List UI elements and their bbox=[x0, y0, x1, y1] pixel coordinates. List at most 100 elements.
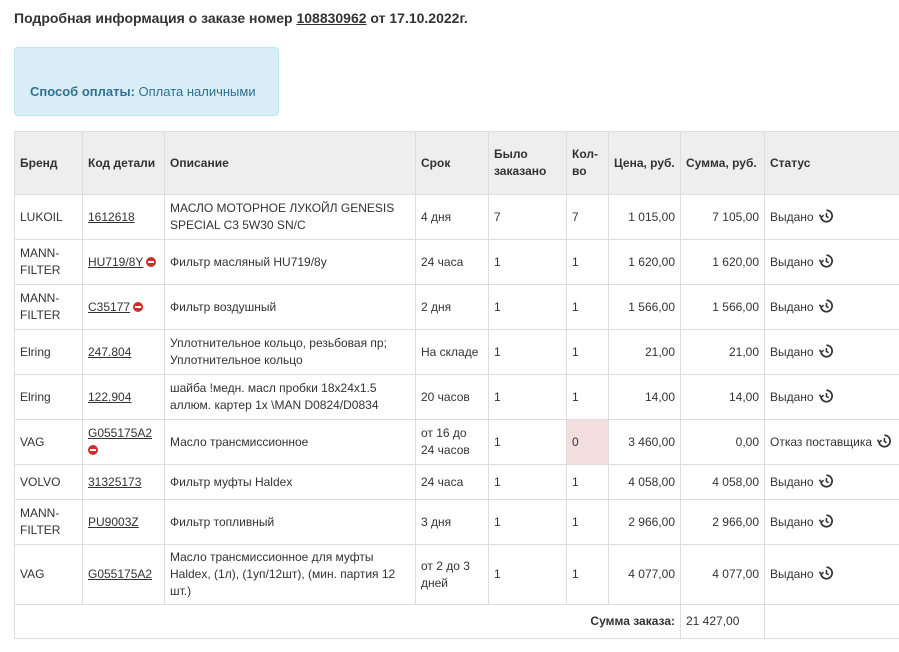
part-code-link[interactable]: 1612618 bbox=[88, 210, 135, 224]
description-cell: Фильтр топливный bbox=[164, 499, 416, 545]
status-cell: Выдано bbox=[764, 194, 899, 240]
status-text: Выдано bbox=[770, 299, 814, 314]
price-cell: 1 620,00 bbox=[608, 239, 681, 285]
brand-cell: MANN-FILTER bbox=[14, 284, 83, 330]
description-cell: Уплотнительное кольцо, резьбовая пр; Упл… bbox=[164, 329, 416, 375]
column-header-description: Описание bbox=[164, 131, 416, 195]
status-text: Выдано bbox=[770, 567, 814, 581]
table-row: Elring 247.804 Уплотнительное кольцо, ре… bbox=[14, 329, 899, 375]
part-code-link[interactable]: C35177 bbox=[88, 300, 130, 314]
part-code-link[interactable]: HU719/8Y bbox=[88, 255, 143, 269]
price-cell: 14,00 bbox=[608, 374, 681, 420]
payment-value: Оплата наличными bbox=[134, 84, 256, 99]
table-row: VAG G055175A2 Масло трансмиссионное для … bbox=[14, 544, 899, 605]
ordered-cell: 1 bbox=[488, 419, 567, 465]
description-cell: Фильтр муфты Haldex bbox=[164, 464, 416, 500]
history-icon[interactable] bbox=[818, 473, 833, 488]
table-header-row: Бренд Код детали Описание Срок Было зака… bbox=[14, 131, 899, 195]
order-total-value: 21 427,00 bbox=[680, 604, 765, 639]
price-cell: 1 015,00 bbox=[608, 194, 681, 240]
table-row: VAG G055175A2 Масло трансмиссионное от 1… bbox=[14, 419, 899, 465]
ordered-cell: 1 bbox=[488, 239, 567, 285]
part-code-link[interactable]: PU9003Z bbox=[88, 515, 139, 529]
status-cell: Выдано bbox=[764, 374, 899, 420]
ordered-cell: 1 bbox=[488, 544, 567, 605]
price-cell: 3 460,00 bbox=[608, 419, 681, 465]
code-cell: 247.804 bbox=[82, 329, 165, 375]
price-cell: 21,00 bbox=[608, 329, 681, 375]
qty-cell: 7 bbox=[566, 194, 609, 240]
table-row: LUKOIL 1612618 МАСЛО МОТОРНОЕ ЛУКОЙЛ GEN… bbox=[14, 194, 899, 240]
history-icon[interactable] bbox=[818, 298, 833, 313]
status-cell: Отказ поставщика bbox=[764, 419, 899, 465]
status-cell: Выдано bbox=[764, 499, 899, 545]
history-icon[interactable] bbox=[877, 433, 892, 448]
brand-cell: Elring bbox=[14, 374, 83, 420]
table-row: MANN-FILTER HU719/8Y Фильтр масляный HU7… bbox=[14, 239, 899, 285]
history-icon[interactable] bbox=[818, 388, 833, 403]
part-code-link[interactable]: 31325173 bbox=[88, 475, 141, 489]
order-number-link[interactable]: 108830962 bbox=[296, 10, 366, 26]
history-icon[interactable] bbox=[818, 566, 833, 580]
qty-cell: 1 bbox=[566, 499, 609, 545]
total-empty-cell bbox=[764, 604, 899, 639]
brand-cell: VOLVO bbox=[14, 464, 83, 500]
part-code-link[interactable]: 122.904 bbox=[88, 390, 131, 404]
term-cell: 3 дня bbox=[415, 499, 489, 545]
ordered-cell: 1 bbox=[488, 284, 567, 330]
code-cell: G055175A2 bbox=[82, 419, 165, 465]
sum-cell: 2 966,00 bbox=[680, 499, 765, 545]
term-cell: от 16 до 24 часов bbox=[415, 419, 489, 465]
sum-cell: 0,00 bbox=[680, 419, 765, 465]
status-text: Выдано bbox=[770, 254, 814, 269]
history-icon[interactable] bbox=[818, 513, 833, 528]
order-items-table: Бренд Код детали Описание Срок Было зака… bbox=[14, 131, 899, 639]
term-cell: 24 часа bbox=[415, 239, 489, 285]
table-row: MANN-FILTER PU9003Z Фильтр топливный 3 д… bbox=[14, 499, 899, 545]
status-cell: Выдано bbox=[764, 329, 899, 375]
sum-cell: 4 077,00 bbox=[680, 544, 765, 605]
title-suffix: от 17.10.2022г. bbox=[366, 10, 468, 26]
code-cell: 31325173 bbox=[82, 464, 165, 500]
description-cell: Фильтр воздушный bbox=[164, 284, 416, 330]
payment-label: Способ оплаты: bbox=[30, 84, 135, 99]
history-icon[interactable] bbox=[818, 208, 833, 223]
qty-cell: 0 bbox=[566, 419, 609, 465]
status-cell: Выдано bbox=[764, 464, 899, 500]
column-header-code: Код детали bbox=[82, 131, 165, 195]
part-code-link[interactable]: G055175A2 bbox=[88, 567, 152, 581]
ordered-cell: 1 bbox=[488, 499, 567, 545]
history-icon[interactable] bbox=[818, 343, 833, 358]
price-cell: 2 966,00 bbox=[608, 499, 681, 545]
code-cell: HU719/8Y bbox=[82, 239, 165, 285]
title-prefix: Подробная информация о заказе номер bbox=[14, 10, 297, 26]
column-header-brand: Бренд bbox=[14, 131, 83, 195]
qty-cell: 1 bbox=[566, 329, 609, 375]
description-cell: МАСЛО МОТОРНОЕ ЛУКОЙЛ GENESIS SPECIAL C3… bbox=[164, 194, 416, 240]
sum-cell: 4 058,00 bbox=[680, 464, 765, 500]
ordered-cell: 1 bbox=[488, 464, 567, 500]
sum-cell: 1 566,00 bbox=[680, 284, 765, 330]
part-code-link[interactable]: G055175A2 bbox=[88, 426, 152, 440]
qty-cell: 1 bbox=[566, 464, 609, 500]
brand-cell: VAG bbox=[14, 419, 83, 465]
term-cell: 20 часов bbox=[415, 374, 489, 420]
description-cell: шайба !медн. масл пробки 18x24x1.5 аллюм… bbox=[164, 374, 416, 420]
code-cell: 1612618 bbox=[82, 194, 165, 240]
part-code-link[interactable]: 247.804 bbox=[88, 345, 131, 359]
term-cell: На складе bbox=[415, 329, 489, 375]
description-cell: Фильтр масляный HU719/8y bbox=[164, 239, 416, 285]
price-cell: 4 077,00 bbox=[608, 544, 681, 605]
column-header-qty: Кол-во bbox=[566, 131, 609, 195]
history-icon[interactable] bbox=[818, 253, 833, 268]
ordered-cell: 1 bbox=[488, 329, 567, 375]
status-text: Выдано bbox=[770, 344, 814, 359]
page-title: Подробная информация о заказе номер 1088… bbox=[14, 10, 468, 26]
code-cell: C35177 bbox=[82, 284, 165, 330]
ordered-cell: 7 bbox=[488, 194, 567, 240]
status-text: Выдано bbox=[770, 474, 814, 489]
code-cell: G055175A2 bbox=[82, 544, 165, 605]
minus-circle-icon bbox=[88, 445, 98, 455]
status-text: Выдано bbox=[770, 389, 814, 404]
total-row: Сумма заказа: 21 427,00 bbox=[14, 604, 899, 639]
